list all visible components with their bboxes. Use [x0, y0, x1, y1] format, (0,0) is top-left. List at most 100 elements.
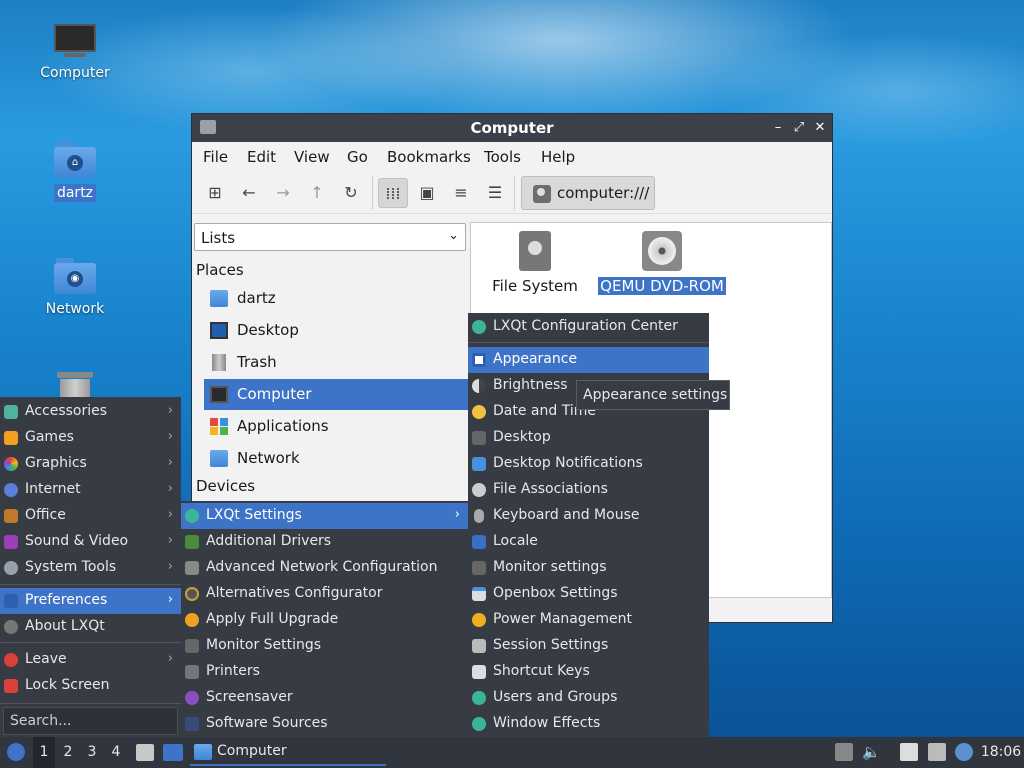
menu-item-window-effects[interactable]: Window Effects	[468, 711, 709, 737]
menu-item-keyboard-mouse[interactable]: Keyboard and Mouse	[468, 503, 709, 529]
menu-item-printers[interactable]: Printers	[181, 659, 468, 685]
menu-item-monitor-settings[interactable]: Monitor Settings	[181, 633, 468, 659]
workspace-3[interactable]: 3	[81, 737, 103, 768]
menu-item-label: Openbox Settings	[493, 585, 618, 601]
removable-media-icon[interactable]	[835, 743, 853, 761]
menu-item-label: LXQt Configuration Center	[493, 318, 678, 334]
place-item-applications[interactable]: Applications	[204, 411, 468, 442]
menu-item-software-sources[interactable]: Software Sources	[181, 711, 468, 737]
place-item-desktop[interactable]: Desktop	[204, 315, 468, 346]
menu-item-preferences[interactable]: Preferences ›	[0, 588, 181, 614]
menu-go[interactable]: Go	[347, 148, 368, 166]
menu-item-label: Locale	[493, 533, 538, 549]
workspace-1[interactable]: 1	[33, 737, 55, 768]
place-item-computer[interactable]: Computer	[204, 379, 468, 410]
desktop-icon-home[interactable]: ⌂ dartz	[27, 142, 123, 202]
main-menu: Accessories › Games › Graphics › Internet › …	[0, 397, 181, 737]
main-menu-button[interactable]	[4, 737, 28, 768]
place-label: Applications	[237, 417, 329, 435]
icon-view-icon[interactable]: ⁞⁞⁞	[378, 178, 408, 208]
menu-search-input[interactable]: Search...	[3, 707, 178, 735]
side-pane-mode-select[interactable]: Lists ⌄	[194, 223, 466, 251]
volume-icon[interactable]: 🔈	[862, 743, 881, 761]
show-desktop-button[interactable]	[161, 737, 185, 768]
title-bar[interactable]: Computer – ⤢ ✕	[192, 114, 832, 142]
menu-separator	[0, 584, 181, 585]
desktop-icon-network[interactable]: ◉ Network	[27, 258, 123, 318]
menu-item-session-settings[interactable]: Session Settings	[468, 633, 709, 659]
menu-item-screensaver[interactable]: Screensaver	[181, 685, 468, 711]
menu-item-power-management[interactable]: Power Management	[468, 607, 709, 633]
up-icon[interactable]: ↑	[302, 178, 332, 208]
workspace-4[interactable]: 4	[105, 737, 127, 768]
menu-edit[interactable]: Edit	[247, 148, 276, 166]
menu-item-label: Graphics	[25, 455, 87, 471]
menu-item-games[interactable]: Games ›	[0, 425, 181, 451]
menu-item-locale[interactable]: Locale	[468, 529, 709, 555]
menu-item-users-groups[interactable]: Users and Groups	[468, 685, 709, 711]
menu-item-lxqt-settings[interactable]: LXQt Settings ›	[181, 503, 468, 529]
workspace-2[interactable]: 2	[57, 737, 79, 768]
menu-item-advanced-network[interactable]: Advanced Network Configuration	[181, 555, 468, 581]
menu-item-desktop-notifications[interactable]: Desktop Notifications	[468, 451, 709, 477]
printer-icon	[185, 665, 199, 679]
menu-item-system-tools[interactable]: System Tools ›	[0, 555, 181, 581]
path-button[interactable]: computer:///	[521, 176, 655, 210]
maximize-button[interactable]: ⤢	[789, 118, 809, 138]
close-button[interactable]: ✕	[810, 118, 830, 138]
power-icon	[4, 653, 18, 667]
menu-item-label: Apply Full Upgrade	[206, 611, 339, 627]
menu-item-graphics[interactable]: Graphics ›	[0, 451, 181, 477]
reload-icon[interactable]: ↻	[336, 178, 366, 208]
menu-item-desktop[interactable]: Desktop	[468, 425, 709, 451]
desktop-icon-computer[interactable]: Computer	[27, 24, 123, 82]
menu-item-configuration-center[interactable]: LXQt Configuration Center	[468, 314, 709, 340]
file-item-filesystem[interactable]: File System	[485, 231, 585, 295]
file-item-dvdrom[interactable]: QEMU DVD-ROM	[597, 231, 727, 295]
back-icon[interactable]: ←	[234, 178, 264, 208]
compact-view-icon[interactable]: ≡	[446, 178, 476, 208]
network-status-icon[interactable]	[928, 743, 946, 761]
place-item-network[interactable]: Network	[204, 443, 468, 474]
menu-item-file-associations[interactable]: File Associations	[468, 477, 709, 503]
clock[interactable]: 18:06	[979, 737, 1023, 768]
menu-item-openbox-settings[interactable]: Openbox Settings	[468, 581, 709, 607]
menu-item-appearance[interactable]: Appearance	[468, 347, 709, 373]
clipboard-icon[interactable]	[900, 743, 918, 761]
computer-icon	[210, 386, 228, 403]
detailed-list-icon[interactable]: ☰	[480, 178, 510, 208]
new-tab-icon[interactable]: ⊞	[200, 178, 230, 208]
place-item-trash[interactable]: Trash	[204, 347, 468, 378]
place-item-home[interactable]: dartz	[204, 283, 468, 314]
desktop-icon-label: Computer	[40, 65, 110, 81]
menu-item-office[interactable]: Office ›	[0, 503, 181, 529]
place-label: Trash	[237, 353, 277, 371]
lxqt-settings-icon	[185, 509, 199, 523]
menu-tools[interactable]: Tools	[484, 148, 521, 166]
menu-item-alternatives[interactable]: Alternatives Configurator	[181, 581, 468, 607]
home-folder-icon	[210, 290, 228, 307]
forward-icon[interactable]: →	[268, 178, 298, 208]
menu-item-leave[interactable]: Leave ›	[0, 647, 181, 673]
menu-view[interactable]: View	[294, 148, 330, 166]
menu-item-lock-screen[interactable]: Lock Screen	[0, 673, 181, 699]
menu-item-monitor-settings-lxqt[interactable]: Monitor settings	[468, 555, 709, 581]
menu-file[interactable]: File	[203, 148, 228, 166]
update-notifier-icon[interactable]	[955, 743, 973, 761]
menu-item-accessories[interactable]: Accessories ›	[0, 399, 181, 425]
menu-item-sound-video[interactable]: Sound & Video ›	[0, 529, 181, 555]
computer-icon	[54, 24, 96, 58]
minimize-button[interactable]: –	[768, 118, 788, 138]
menu-item-shortcut-keys[interactable]: Shortcut Keys	[468, 659, 709, 685]
thumbnail-view-icon[interactable]: ▣	[412, 178, 442, 208]
desktop-icon	[210, 322, 228, 339]
menu-bookmarks[interactable]: Bookmarks	[387, 148, 471, 166]
file-manager-launcher[interactable]	[134, 737, 156, 768]
menu-item-label: Keyboard and Mouse	[493, 507, 640, 523]
menu-item-about[interactable]: About LXQt	[0, 614, 181, 640]
taskbar-item-computer[interactable]: Computer	[190, 739, 386, 766]
menu-item-full-upgrade[interactable]: Apply Full Upgrade	[181, 607, 468, 633]
menu-item-internet[interactable]: Internet ›	[0, 477, 181, 503]
menu-help[interactable]: Help	[541, 148, 575, 166]
menu-item-additional-drivers[interactable]: Additional Drivers	[181, 529, 468, 555]
